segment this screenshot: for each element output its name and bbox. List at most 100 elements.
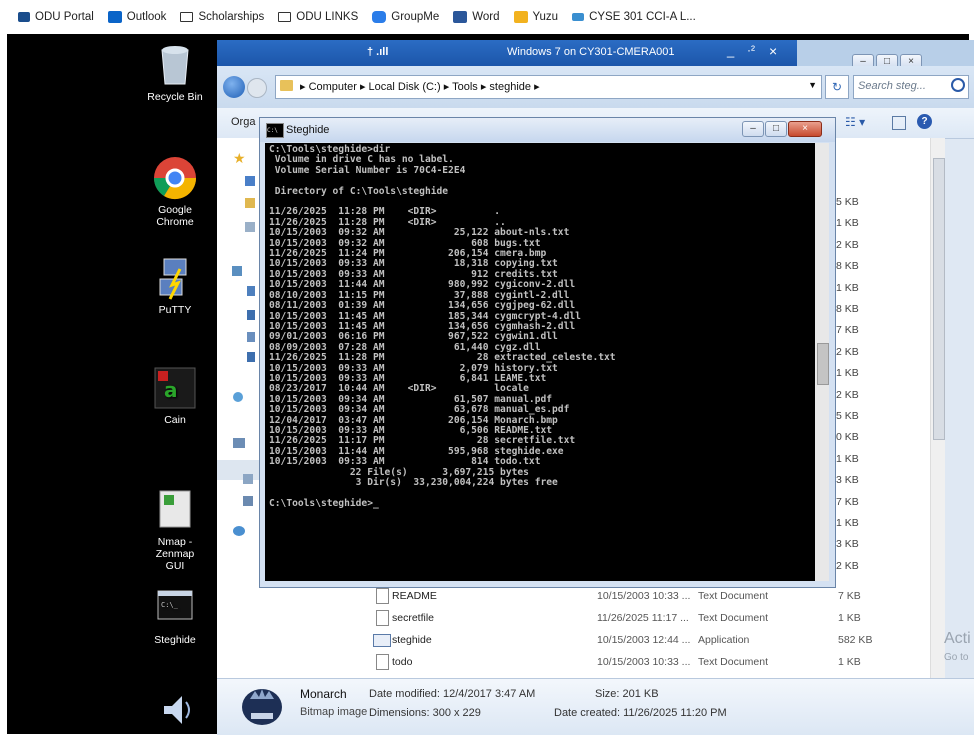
recycle-bin-icon bbox=[152, 42, 198, 88]
nav-folder-icon[interactable] bbox=[245, 198, 255, 208]
steghide-icon: C:\_ bbox=[152, 585, 198, 631]
bookmark-word[interactable]: Word bbox=[453, 11, 500, 23]
scrollbar-thumb[interactable] bbox=[933, 158, 945, 440]
file-size-partial: 8 KB bbox=[836, 260, 859, 273]
file-size: 1 KB bbox=[838, 656, 861, 668]
console-line: 10/15/2003 11:45 AM 185,344 cygmcrypt-4.… bbox=[269, 310, 581, 322]
odu-crown-icon bbox=[18, 12, 30, 22]
bookmark-cyse-301[interactable]: CYSE 301 CCI-A L... bbox=[572, 11, 696, 23]
videos-library-icon[interactable] bbox=[247, 352, 255, 362]
bookmark-odu-links[interactable]: ODU LINKS bbox=[278, 11, 358, 23]
file-row[interactable]: README 10/15/2003 10:33 ... Text Documen… bbox=[370, 586, 930, 608]
console-line: 10/15/2003 11:44 AM 980,992 cygiconv-2.d… bbox=[269, 279, 576, 291]
details-file-type: Bitmap image bbox=[300, 706, 368, 718]
console-line: C:\Tools\steghide>_ bbox=[269, 497, 379, 509]
file-size-partial: 5 KB bbox=[836, 196, 859, 208]
details-created: Date created: 11/26/2025 11:20 PM bbox=[554, 707, 727, 719]
desktop-icon-putty[interactable]: PuTTY bbox=[135, 255, 215, 316]
drive-icon[interactable] bbox=[243, 474, 253, 484]
breadcrumb-computer[interactable]: Computer bbox=[309, 81, 357, 93]
nav-folder-icon[interactable] bbox=[245, 222, 255, 232]
bookmark-groupme[interactable]: GroupMe bbox=[372, 11, 439, 23]
vm-close-button[interactable]: × bbox=[769, 43, 777, 59]
breadcrumb-steghide[interactable]: steghide bbox=[489, 81, 531, 93]
desktop-icon-label: Recycle Bin bbox=[147, 91, 203, 103]
console-line: 08/09/2003 07:28 AM 61,440 cygz.dll bbox=[269, 341, 541, 353]
desktop-icon-steghide[interactable]: C:\_ Steghide bbox=[135, 585, 215, 646]
file-name: todo bbox=[392, 656, 413, 668]
cmd-scrollbar-thumb[interactable] bbox=[817, 343, 829, 385]
vm-pin-icon[interactable]: † .ıll bbox=[367, 46, 388, 58]
console-line: 11/26/2025 11:28 PM <DIR> . bbox=[269, 206, 501, 218]
svg-text:C:\_: C:\_ bbox=[161, 601, 179, 609]
cmd-scrollbar[interactable] bbox=[815, 143, 829, 581]
address-field[interactable]: ▸ Computer ▸ Local Disk (C:) ▸ Tools ▸ s… bbox=[275, 75, 822, 99]
drive-icon[interactable] bbox=[243, 496, 253, 506]
desktop-icon-chrome[interactable]: Google Chrome bbox=[135, 155, 215, 228]
bookmark-yuzu[interactable]: Yuzu bbox=[513, 11, 559, 23]
refresh-button[interactable]: ↻ bbox=[825, 75, 849, 99]
music-library-icon[interactable] bbox=[247, 310, 255, 320]
file-size-partial: 1 KB bbox=[836, 281, 859, 294]
forward-button[interactable] bbox=[247, 78, 267, 98]
cmd-close-button[interactable]: × bbox=[788, 121, 822, 137]
search-field[interactable]: Search steg... bbox=[853, 75, 969, 99]
file-size-partial: 8 KB bbox=[836, 303, 859, 315]
file-size-partial: 3 KB bbox=[836, 474, 859, 487]
breadcrumb-tools[interactable]: Tools bbox=[452, 81, 478, 93]
vm-titlebar: † .ıll Windows 7 on CY301-CMERA001 _ ·² … bbox=[217, 40, 797, 66]
cmd-minimize-button[interactable]: – bbox=[742, 121, 764, 137]
organize-menu[interactable]: Orga bbox=[231, 116, 255, 128]
file-row[interactable]: steghide 10/15/2003 12:44 ... Applicatio… bbox=[370, 630, 930, 652]
breadcrumb-local-disk[interactable]: Local Disk (C:) bbox=[369, 81, 441, 93]
file-type: Text Document bbox=[698, 590, 769, 602]
file-size-partial: 2 KB bbox=[836, 559, 859, 572]
homegroup-icon[interactable] bbox=[233, 392, 243, 402]
monarch-thumbnail bbox=[239, 685, 285, 727]
vm-minimize-button[interactable]: _ bbox=[727, 43, 734, 58]
console-line: 10/15/2003 09:34 AM 61,507 manual.pdf bbox=[269, 393, 553, 405]
console-line: 10/15/2003 09:32 AM 608 bugs.txt bbox=[269, 237, 541, 249]
cmd-console[interactable]: C:\Tools\steghide>dir Volume in drive C … bbox=[265, 143, 815, 581]
file-size: 582 KB bbox=[838, 634, 873, 646]
libraries-icon[interactable] bbox=[232, 266, 242, 276]
pictures-library-icon[interactable] bbox=[247, 332, 255, 342]
desktop-icon-label: PuTTY bbox=[158, 304, 192, 316]
file-list-scrollbar[interactable] bbox=[930, 138, 945, 678]
cyse-icon bbox=[572, 13, 585, 21]
computer-icon[interactable] bbox=[233, 438, 245, 448]
desktop-icon-label: Nmap - Zenmap GUI bbox=[155, 536, 195, 572]
bookmark-scholarships[interactable]: Scholarships bbox=[180, 11, 264, 23]
putty-icon bbox=[152, 255, 198, 301]
bookmark-label: Outlook bbox=[126, 11, 167, 23]
favorites-star-icon[interactable]: ★ bbox=[233, 150, 246, 167]
file-size-partial: 1 KB bbox=[836, 217, 859, 230]
bookmark-outlook[interactable]: Outlook bbox=[107, 11, 167, 23]
desktop-icon-nmap[interactable]: Nmap - Zenmap GUI bbox=[135, 487, 215, 572]
nav-folder-icon[interactable] bbox=[245, 176, 255, 186]
file-size-partial: 1 KB bbox=[836, 517, 859, 529]
desktop-icon-recycle-bin[interactable]: Recycle Bin bbox=[135, 42, 215, 103]
search-placeholder: Search steg... bbox=[858, 80, 926, 92]
details-file-name: Monarch bbox=[300, 687, 347, 701]
cmd-icon: C:\ bbox=[266, 123, 284, 138]
desktop-icon-cain[interactable]: a Cain bbox=[135, 365, 215, 426]
outlook-icon bbox=[107, 11, 122, 23]
bookmark-odu-portal[interactable]: ODU Portal bbox=[18, 11, 94, 23]
cmd-maximize-button[interactable]: □ bbox=[765, 121, 787, 137]
text-file-icon bbox=[376, 588, 389, 604]
file-row[interactable]: secretfile 11/26/2025 11:17 ... Text Doc… bbox=[370, 608, 930, 630]
console-line: 11/26/2025 11:17 PM 28 secretfile.txt bbox=[269, 435, 576, 447]
back-button[interactable] bbox=[223, 76, 245, 98]
bookmark-label: Yuzu bbox=[532, 11, 559, 23]
details-dimensions: Dimensions: 300 x 229 bbox=[369, 707, 481, 719]
help-icon[interactable]: ? bbox=[917, 114, 932, 129]
vm-restore-button[interactable]: ·² bbox=[747, 43, 755, 57]
size-column-partial: 5 KB 1 KB 2 KB 8 KB 1 KB 8 KB 7 KB 2 KB 1 KB 2 KB… bbox=[836, 196, 876, 576]
preview-pane-icon[interactable] bbox=[892, 116, 906, 130]
network-icon[interactable] bbox=[233, 526, 245, 536]
chevron-down-icon[interactable]: ▼ bbox=[808, 80, 817, 90]
library-item-icon[interactable] bbox=[247, 286, 255, 296]
file-row[interactable]: todo 10/15/2003 10:33 ... Text Document … bbox=[370, 652, 930, 674]
view-options-icon[interactable]: ☷ ▾ bbox=[845, 115, 865, 129]
